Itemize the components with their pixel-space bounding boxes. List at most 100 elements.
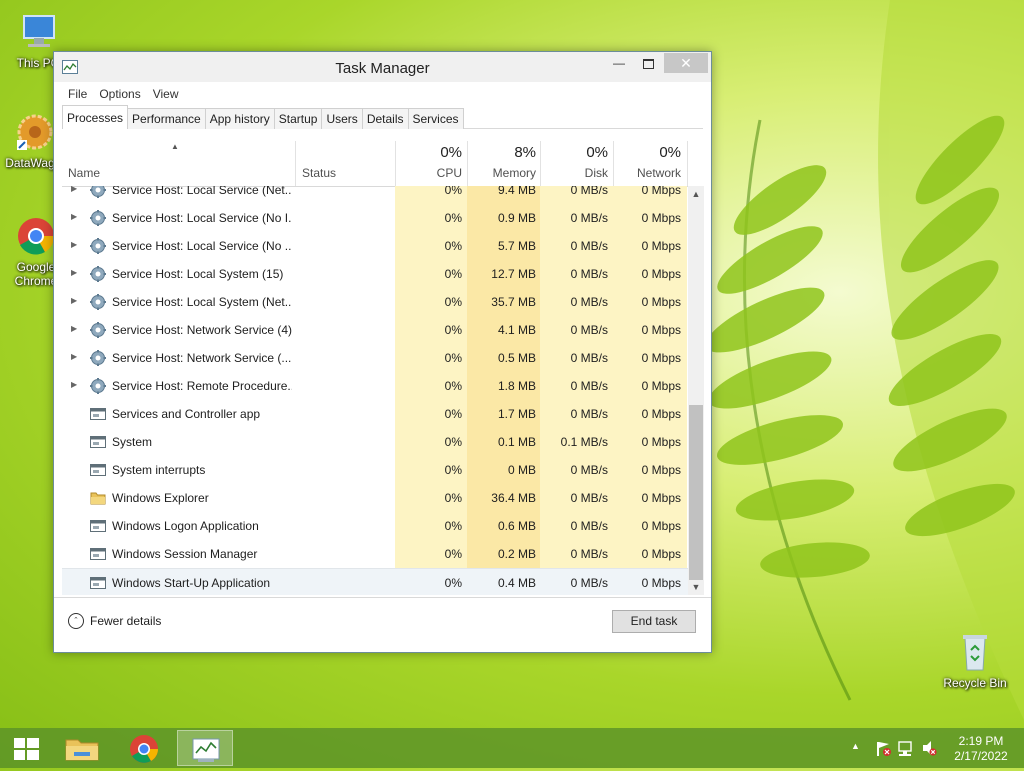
- tab-app-history[interactable]: App history: [204, 108, 275, 129]
- tab-performance[interactable]: Performance: [127, 108, 206, 129]
- gear-icon: [90, 378, 106, 394]
- process-cpu: 0%: [444, 435, 462, 449]
- process-name: Service Host: Remote Procedure...: [112, 379, 292, 393]
- expand-chevron-icon[interactable]: ▶: [71, 212, 77, 221]
- menu-options[interactable]: Options: [93, 85, 146, 103]
- tab-details[interactable]: Details: [361, 108, 409, 129]
- process-cpu: 0%: [444, 267, 462, 281]
- sort-ascending-icon: ▲: [171, 142, 179, 151]
- system-clock[interactable]: 2:19 PM 2/17/2022: [948, 734, 1014, 764]
- gear-icon: [90, 266, 106, 282]
- table-row[interactable]: ▶ Service Host: Local System (Net... 0% 35.…: [62, 288, 688, 316]
- process-disk: 0 MB/s: [570, 295, 608, 309]
- menu-view[interactable]: View: [147, 85, 185, 103]
- fewer-details-button[interactable]: ˆ Fewer details: [68, 613, 161, 629]
- column-header-name[interactable]: Name: [68, 166, 100, 180]
- expand-chevron-icon[interactable]: ▶: [71, 352, 77, 361]
- process-disk: 0 MB/s: [570, 407, 608, 421]
- scroll-down-arrow-icon[interactable]: ▼: [688, 579, 704, 595]
- table-row[interactable]: System 0% 0.1 MB 0.1 MB/s 0 Mbps: [62, 428, 688, 456]
- expand-chevron-icon[interactable]: ▶: [71, 296, 77, 305]
- process-memory: 35.7 MB: [491, 295, 536, 309]
- desktop-icon-recycle-bin[interactable]: Recycle Bin: [940, 630, 1010, 690]
- process-memory: 0.4 MB: [497, 576, 536, 590]
- column-header-disk-percent[interactable]: 0%: [542, 144, 608, 161]
- minimize-button[interactable]: —: [605, 53, 633, 73]
- process-network: 0 Mbps: [641, 211, 681, 225]
- process-memory: 1.8 MB: [497, 379, 536, 393]
- expand-chevron-icon[interactable]: ▶: [71, 380, 77, 389]
- start-button[interactable]: [0, 730, 56, 766]
- title-bar[interactable]: Task Manager — ✕: [54, 52, 711, 82]
- process-memory: 0.2 MB: [497, 547, 536, 561]
- clock-time: 2:19 PM: [958, 734, 1004, 748]
- process-disk: 0 MB/s: [570, 211, 608, 225]
- expand-chevron-icon[interactable]: ▶: [71, 240, 77, 249]
- column-header-status[interactable]: Status: [302, 166, 336, 180]
- table-row[interactable]: Windows Session Manager 0% 0.2 MB 0 MB/s 0 M…: [62, 540, 688, 568]
- taskbar-file-explorer[interactable]: [54, 730, 110, 766]
- process-memory: 0.9 MB: [497, 211, 536, 225]
- column-header-network-percent[interactable]: 0%: [614, 144, 681, 161]
- taskbar-task-manager[interactable]: [177, 730, 233, 766]
- tab-services[interactable]: Services: [407, 108, 464, 129]
- column-header-cpu-percent[interactable]: 0%: [396, 144, 462, 161]
- table-row[interactable]: Windows Explorer 0% 36.4 MB 0 MB/s 0 Mbps: [62, 484, 688, 512]
- close-button[interactable]: ✕: [664, 53, 708, 73]
- table-row[interactable]: ▶ Service Host: Local Service (Net... 0% 9.…: [62, 186, 688, 204]
- process-network: 0 Mbps: [641, 491, 681, 505]
- table-row[interactable]: Services and Controller app 0% 1.7 MB 0 MB/…: [62, 400, 688, 428]
- computer-icon: [16, 10, 60, 54]
- table-row[interactable]: System interrupts 0% 0 MB 0 MB/s 0 Mbps: [62, 456, 688, 484]
- gear-icon: [90, 186, 106, 198]
- column-header-memory[interactable]: Memory: [470, 166, 536, 180]
- process-cpu: 0%: [444, 463, 462, 477]
- column-divider: [540, 141, 541, 186]
- table-row[interactable]: ▶ Service Host: Network Service (... 0% 0.5…: [62, 344, 688, 372]
- process-memory: 5.7 MB: [497, 239, 536, 253]
- process-cpu: 0%: [444, 239, 462, 253]
- menu-file[interactable]: File: [62, 85, 93, 103]
- taskbar-chrome[interactable]: [116, 730, 172, 766]
- table-row[interactable]: ▶ Service Host: Local System (15) 0% 12.7 M…: [62, 260, 688, 288]
- network-icon[interactable]: [897, 728, 915, 768]
- process-list: ▶ Service Host: Local Service (Net... 0% 9.…: [62, 186, 688, 595]
- process-disk: 0 MB/s: [570, 547, 608, 561]
- action-center-icon[interactable]: [874, 728, 892, 768]
- fewer-details-label: Fewer details: [90, 614, 162, 628]
- tab-startup[interactable]: Startup: [273, 108, 323, 129]
- column-header-network[interactable]: Network: [614, 166, 681, 180]
- desktop-icon-label: Recycle Bin: [943, 676, 1007, 690]
- process-disk: 0 MB/s: [570, 267, 608, 281]
- gear-icon: [90, 238, 106, 254]
- process-name: Service Host: Network Service (4): [112, 323, 292, 337]
- column-header-cpu[interactable]: CPU: [396, 166, 462, 180]
- table-row[interactable]: Windows Start-Up Application 0% 0.4 MB 0 MB…: [62, 568, 688, 595]
- volume-muted-icon[interactable]: [920, 728, 938, 768]
- table-row[interactable]: ▶ Service Host: Remote Procedure... 0% 1.8 …: [62, 372, 688, 400]
- table-row[interactable]: ▶ Service Host: Local Service (No I... 0% 0…: [62, 204, 688, 232]
- process-disk: 0 MB/s: [570, 239, 608, 253]
- expand-chevron-icon[interactable]: ▶: [71, 186, 77, 193]
- expand-chevron-icon[interactable]: ▶: [71, 324, 77, 333]
- tab-users[interactable]: Users: [321, 108, 363, 129]
- process-memory: 12.7 MB: [491, 267, 536, 281]
- process-name: Windows Explorer: [112, 491, 209, 505]
- scrollbar-thumb[interactable]: [689, 405, 703, 580]
- table-row[interactable]: ▶ Service Host: Network Service (4) 0% 4.1 …: [62, 316, 688, 344]
- column-header-memory-percent[interactable]: 8%: [470, 144, 536, 161]
- vertical-scrollbar[interactable]: ▲ ▼: [688, 186, 704, 595]
- window-app-icon: [90, 434, 106, 450]
- folder-icon: [65, 739, 99, 761]
- table-row[interactable]: Windows Logon Application 0% 0.6 MB 0 MB/s 0…: [62, 512, 688, 540]
- scroll-up-arrow-icon[interactable]: ▲: [688, 186, 704, 202]
- process-cpu: 0%: [444, 547, 462, 561]
- column-header-disk[interactable]: Disk: [542, 166, 608, 180]
- end-task-button[interactable]: End task: [612, 610, 696, 633]
- table-header: ▲ Name Status 0% CPU 8% Memory 0% Disk 0…: [62, 129, 704, 187]
- expand-chevron-icon[interactable]: ▶: [71, 268, 77, 277]
- table-row[interactable]: ▶ Service Host: Local Service (No ... 0% 5.…: [62, 232, 688, 260]
- tab-processes[interactable]: Processes: [62, 105, 129, 129]
- process-name: Service Host: Network Service (...: [112, 351, 292, 365]
- maximize-button[interactable]: [634, 53, 662, 73]
